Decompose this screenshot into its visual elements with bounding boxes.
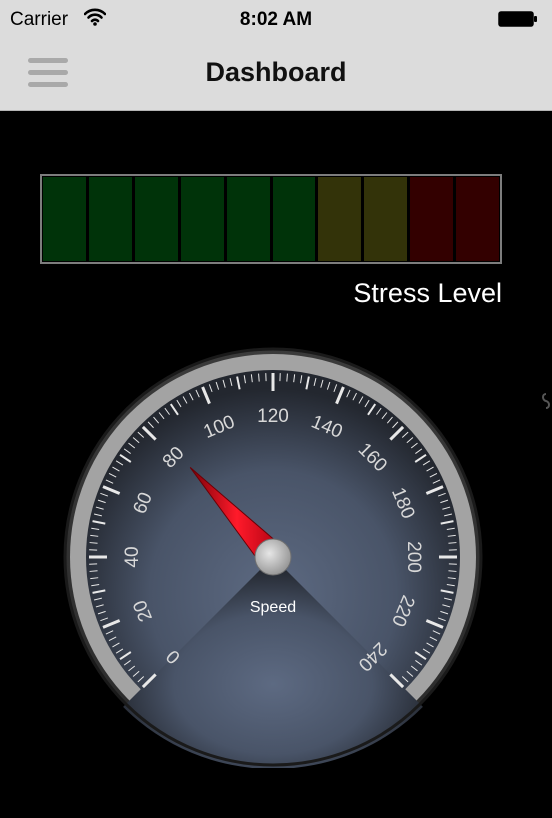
status-bar: Carrier 8:02 AM [0,0,552,40]
edge-marker [542,393,550,409]
stress-segment [456,177,500,261]
navigation-bar: Dashboard [0,40,552,111]
stress-segment [88,177,132,261]
stress-segment [318,177,362,261]
stress-segment [364,177,408,261]
status-time: 8:02 AM [239,9,313,30]
stress-level-label: Stress Level [353,278,502,308]
minor-tick [448,542,457,544]
gauge-tick-label: 200 [403,541,424,573]
stress-segment [43,177,86,261]
minor-tick [448,570,457,572]
stress-segment [272,177,316,261]
stress-level-meter [40,174,502,264]
stress-segment [134,177,178,261]
minor-tick [258,373,260,382]
gauge-tick-label: 40 [122,546,143,567]
stress-segment [226,177,270,261]
page-title: Dashboard [205,57,347,87]
gauge-caption: Speed [250,599,296,616]
minor-tick [89,570,98,572]
battery-icon [498,11,537,27]
minor-tick [286,373,288,382]
gauge-tick-label: 120 [257,406,289,427]
stress-segment [410,177,454,261]
speed-gauge: 020406080100 120 140160180200220240 Speed [63,347,483,768]
minor-tick [89,542,98,544]
stress-segment [180,177,224,261]
gauge-hub [254,538,292,576]
